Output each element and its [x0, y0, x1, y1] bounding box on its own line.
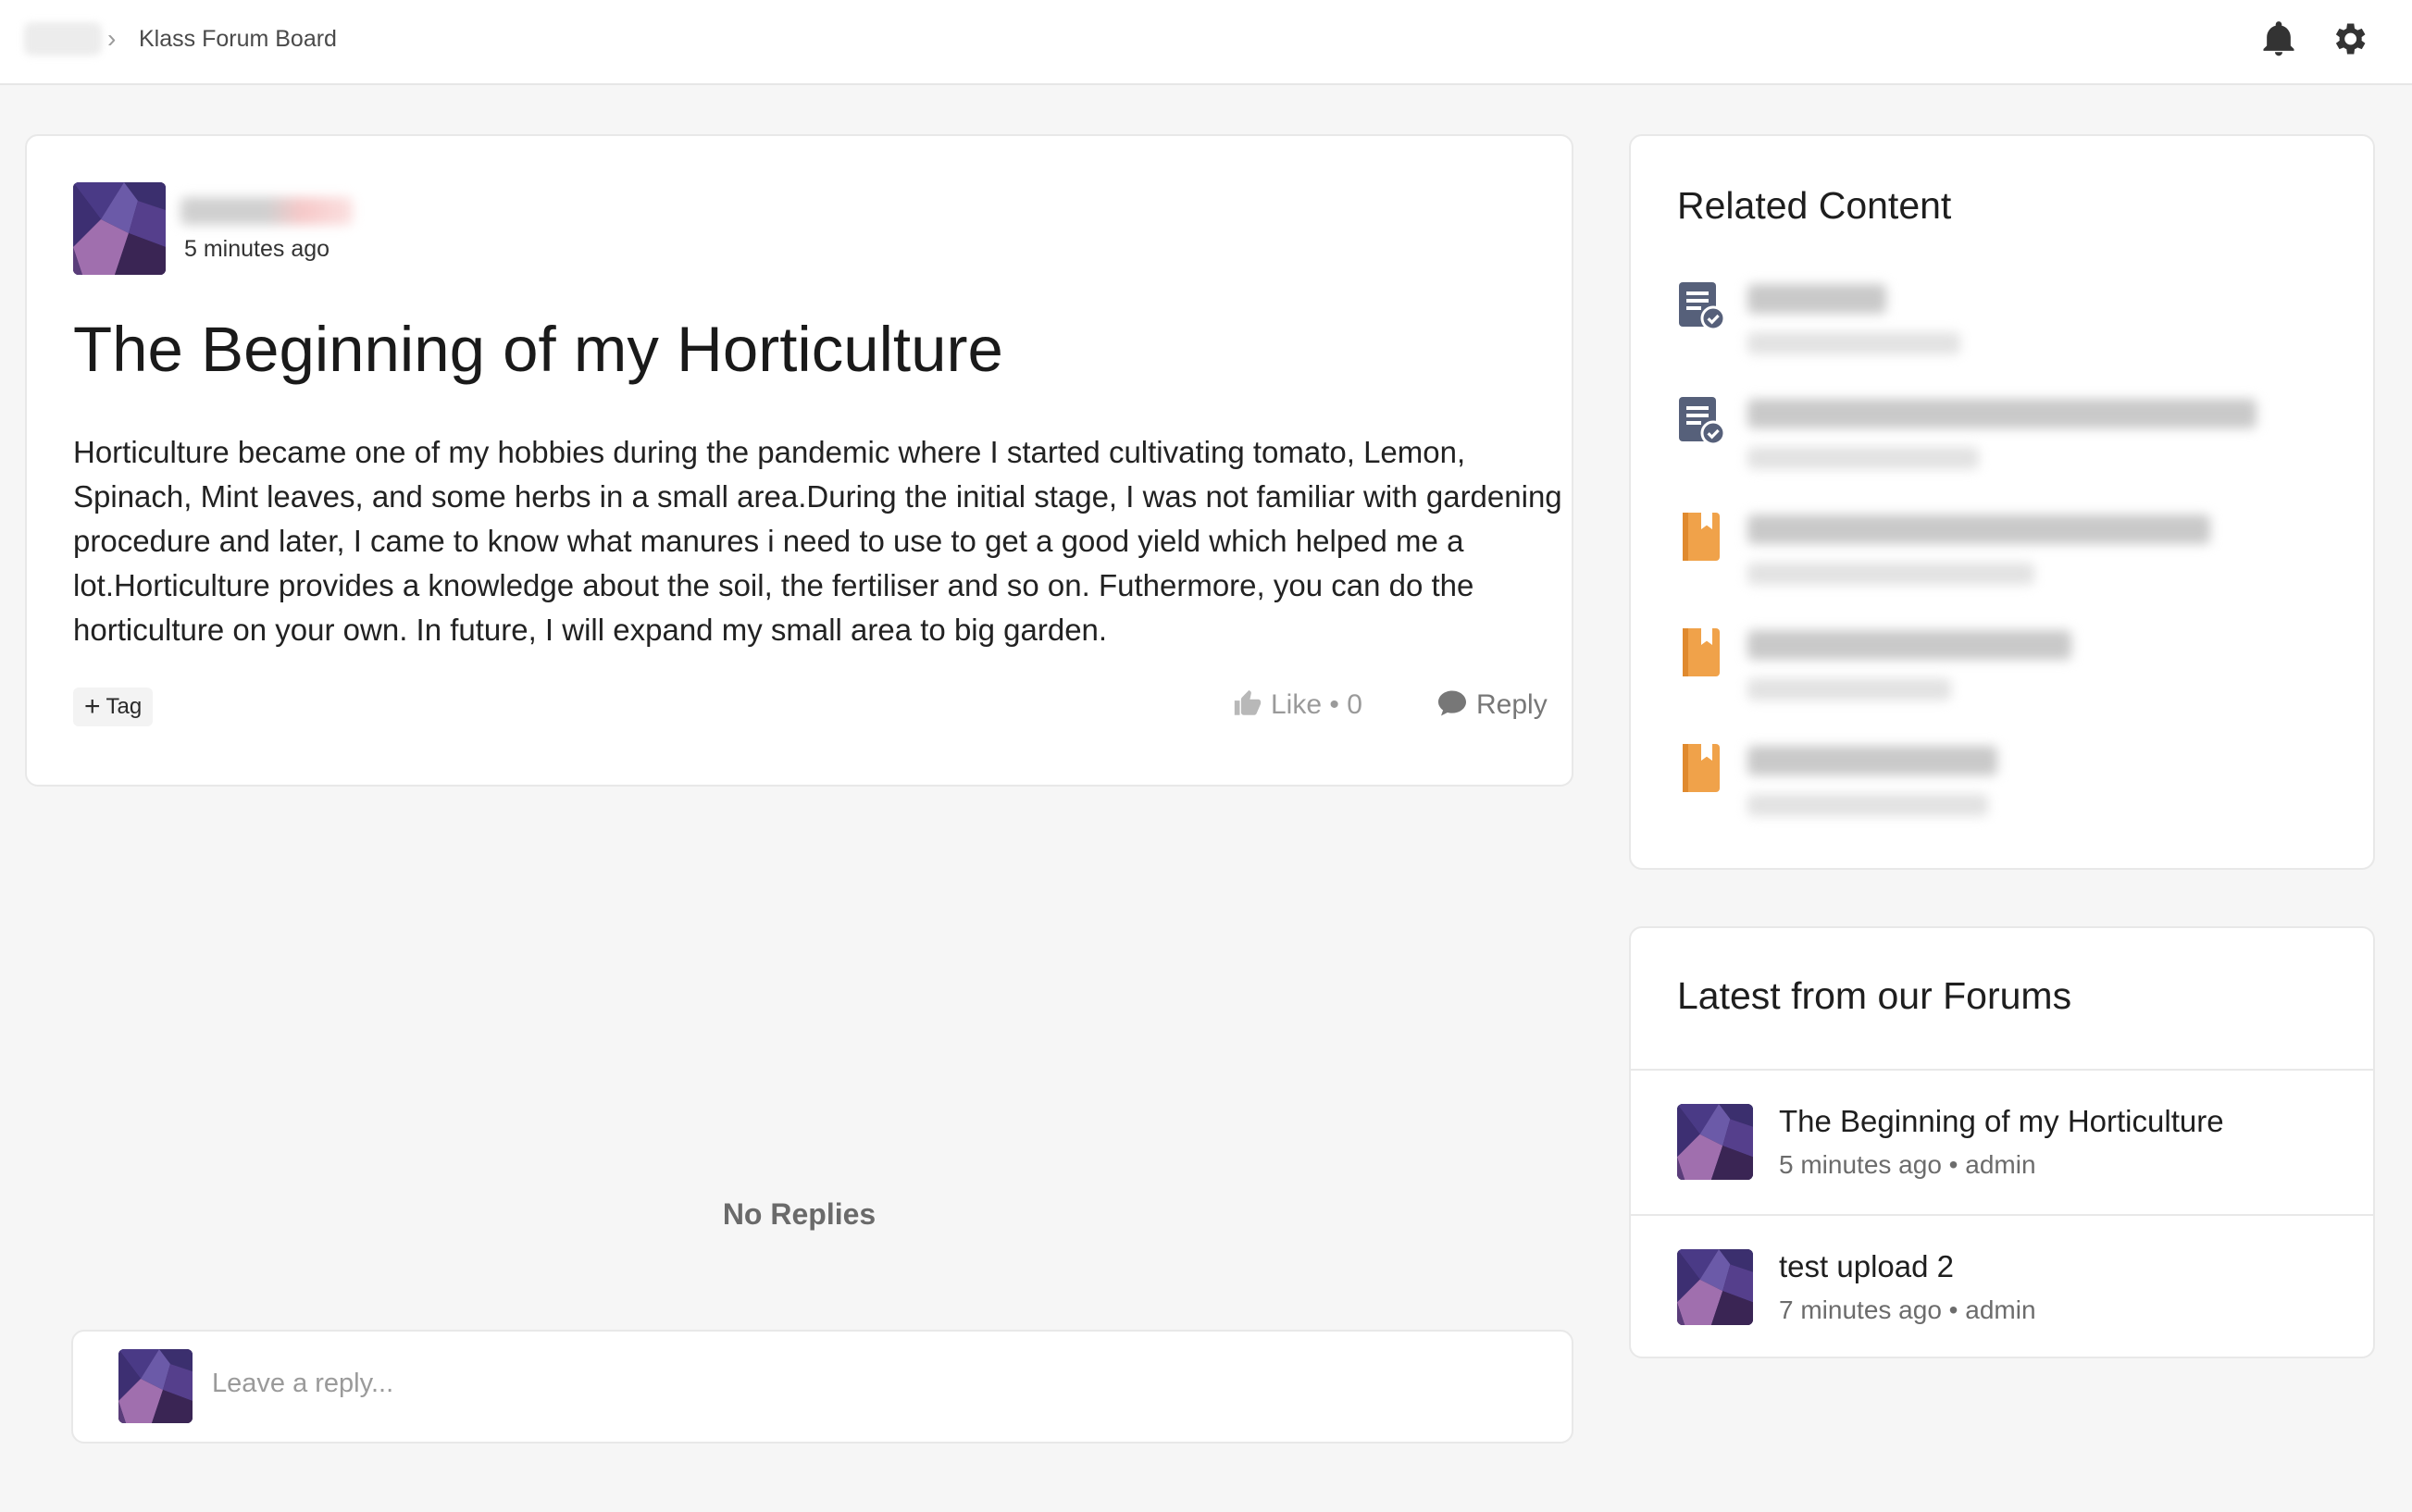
related-item[interactable] — [1677, 511, 2325, 613]
author-avatar[interactable] — [73, 182, 166, 275]
thumbs-up-icon — [1234, 689, 1262, 715]
author-name-redacted[interactable] — [180, 197, 353, 225]
related-item[interactable] — [1677, 742, 2325, 844]
like-button[interactable]: Like • 0 — [1232, 684, 1362, 726]
forum-post-meta: 5 minutes ago • admin — [1779, 1150, 2036, 1179]
related-item-title-redacted — [1747, 399, 2257, 428]
related-item-title-redacted — [1747, 514, 2210, 544]
breadcrumb-home-link[interactable] — [24, 22, 102, 56]
related-item-meta-redacted — [1747, 332, 1960, 354]
document-check-icon — [1677, 395, 1725, 447]
bookmark-book-icon — [1677, 742, 1725, 794]
reply-label: Reply — [1476, 689, 1548, 720]
no-replies-message: No Replies — [722, 1197, 877, 1231]
like-label: Like • 0 — [1271, 689, 1362, 720]
related-item-title-redacted — [1747, 746, 1997, 775]
breadcrumb-current: Klass Forum Board — [139, 26, 337, 52]
post-body: Horticulture became one of my hobbies du… — [73, 435, 1562, 647]
post-timestamp: 5 minutes ago — [184, 236, 330, 262]
latest-forums-title: Latest from our Forums — [1677, 974, 2072, 1017]
forum-post-title[interactable]: test upload 2 — [1779, 1249, 1954, 1284]
reply-button[interactable]: Reply — [1436, 684, 1548, 726]
current-user-avatar — [118, 1349, 193, 1423]
forum-post-meta: 7 minutes ago • admin — [1779, 1295, 2036, 1324]
related-item-meta-redacted — [1747, 447, 1979, 469]
speech-bubble-icon — [1438, 690, 1466, 716]
related-content-title: Related Content — [1677, 184, 1952, 227]
plus-icon: + — [84, 691, 101, 722]
related-item[interactable] — [1677, 395, 2325, 497]
post-title: The Beginning of my Horticulture — [73, 314, 1003, 385]
gear-icon[interactable] — [2329, 19, 2369, 59]
related-item[interactable] — [1677, 626, 2325, 728]
reply-input[interactable]: Leave a reply... — [212, 1369, 393, 1399]
related-item-title-redacted — [1747, 284, 1886, 314]
add-tag-button[interactable]: + Tag — [73, 688, 154, 726]
related-item[interactable] — [1677, 280, 2325, 382]
reply-input-box[interactable]: Leave a reply... — [71, 1330, 1573, 1444]
forum-post-title[interactable]: The Beginning of my Horticulture — [1779, 1104, 2224, 1139]
bookmark-book-icon — [1677, 626, 1725, 678]
bell-icon[interactable] — [2258, 19, 2299, 59]
forum-post-avatar — [1677, 1249, 1753, 1325]
forum-list-item[interactable]: The Beginning of my Horticulture 5 minut… — [1631, 1071, 2373, 1214]
add-tag-label: Tag — [106, 694, 143, 719]
document-check-icon — [1677, 280, 1725, 332]
post-card: 5 minutes ago The Beginning of my Hortic… — [25, 134, 1573, 787]
forum-list-item[interactable]: test upload 2 7 minutes ago • admin — [1631, 1216, 2373, 1359]
related-content-card: Related Content — [1629, 134, 2375, 870]
related-item-meta-redacted — [1747, 794, 1988, 816]
related-item-meta-redacted — [1747, 678, 1951, 700]
related-item-meta-redacted — [1747, 563, 2034, 585]
bookmark-book-icon — [1677, 511, 1725, 563]
forum-post-avatar — [1677, 1104, 1753, 1180]
latest-forums-card: Latest from our Forums The Beginning of … — [1629, 926, 2375, 1358]
chevron-right-icon: › — [107, 24, 117, 53]
top-bar: › Klass Forum Board — [0, 0, 2412, 85]
related-item-title-redacted — [1747, 630, 2071, 660]
